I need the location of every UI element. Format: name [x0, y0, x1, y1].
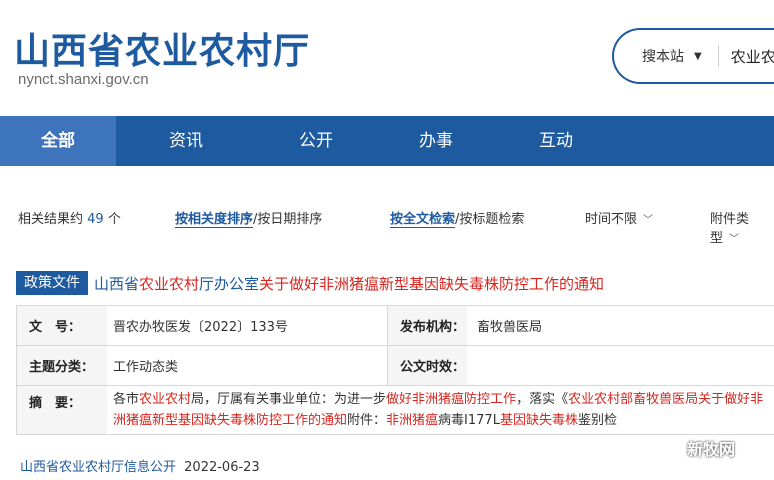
title-highlight: 关于做好非洲猪瘟新型基因缺失毒株防控工作的通知 [259, 274, 605, 293]
abstract-highlight: 基因缺失毒株 [499, 413, 578, 428]
abstract-text: 鉴别检 [577, 413, 617, 428]
issuer-value: 畜牧兽医局 [467, 306, 774, 345]
chevron-down-icon: ﹀ [643, 215, 654, 226]
abstract-highlight: 农业农村 [139, 392, 192, 407]
title-text: 厅办公室 [199, 274, 260, 293]
category-value: 工作动态类 [107, 346, 387, 385]
abstract-label: 摘 要： [17, 386, 107, 434]
category-label: 主题分类： [17, 346, 107, 385]
info-row: 主题分类： 工作动态类 公文时效： [17, 346, 774, 386]
chevron-down-icon: ﹀ [729, 234, 740, 245]
sort-options: 按相关度排序/按日期排序 [175, 208, 322, 228]
result-info-table: 文 号： 晋农办牧医发〔2022〕133号 发布机构： 畜牧兽医局 主题分类： … [16, 305, 774, 435]
abstract-text: 局，厅属有关事业单位：为进一步 [191, 392, 387, 407]
search-full-text[interactable]: 按全文检索 [390, 212, 456, 228]
nav-tab-news[interactable]: 资讯 [116, 116, 256, 166]
sort-by-date[interactable]: 按日期排序 [257, 212, 322, 227]
search-divider [717, 45, 719, 67]
watermark: 新牧网 [655, 436, 735, 460]
search-scope-label: 搜本站 [642, 49, 684, 65]
result-count: 相关结果约 49 个 [18, 208, 121, 227]
abstract-text: 各市 [113, 392, 140, 407]
abstract-text: ，落实《 [516, 392, 569, 407]
search-title-only[interactable]: 按标题检索 [459, 212, 524, 227]
search-mode-options: 按全文检索/按标题检索 [390, 208, 524, 228]
site-url: nynct.shanxi.gov.cn [18, 71, 149, 88]
result-source-name[interactable]: 山西省农业农村厅信息公开 [20, 460, 176, 475]
search-input[interactable]: 农业农 [731, 46, 774, 67]
abstract-highlight: 做好非洲猪瘟防控工作 [386, 392, 517, 407]
filter-bar: 相关结果约 49 个 按相关度排序/按日期排序 按全文检索/按标题检索 时间不限… [0, 208, 774, 246]
result-type-badge: 政策文件 [16, 271, 88, 295]
nav-tab-public[interactable]: 公开 [256, 116, 376, 166]
validity-value [467, 346, 774, 385]
search-scope-dropdown[interactable]: 搜本站 ▼ [614, 30, 702, 82]
result-title-link[interactable]: 山西省农业农村厅办公室关于做好非洲猪瘟新型基因缺失毒株防控工作的通知 [94, 273, 604, 294]
wechat-icon [656, 438, 682, 458]
result-source: 山西省农业农村厅信息公开 2022-06-23 [20, 456, 260, 475]
validity-label: 公文时效： [387, 346, 467, 385]
nav-tab-services[interactable]: 办事 [376, 116, 496, 166]
sort-by-relevance[interactable]: 按相关度排序 [175, 212, 254, 228]
abstract-text: 附件： [347, 413, 387, 428]
site-title[interactable]: 山西省农业农村厅 [14, 22, 310, 74]
search-box: 搜本站 ▼ 农业农 [612, 28, 774, 84]
title-highlight: 农业农村 [139, 274, 200, 293]
main-nav: 全部 资讯 公开 办事 互动 [0, 116, 774, 166]
abstract-text: 病毒I177L [438, 413, 500, 428]
info-row-abstract: 摘 要： 各市农业农村局，厅属有关事业单位：为进一步做好非洲猪瘟防控工作，落实《… [17, 386, 774, 434]
result-date: 2022-06-23 [184, 460, 260, 475]
watermark-text: 新牧网 [687, 440, 736, 459]
time-filter-dropdown[interactable]: 时间不限 ﹀ [585, 208, 653, 227]
result-count-suffix: 个 [107, 212, 121, 227]
doc-number-label: 文 号： [17, 306, 107, 345]
issuer-label: 发布机构： [387, 306, 467, 345]
result-count-number: 49 [87, 212, 104, 227]
result-count-prefix: 相关结果约 [18, 212, 84, 227]
doc-number-value: 晋农办牧医发〔2022〕133号 [107, 306, 387, 345]
abstract-highlight: 非洲猪瘟 [386, 413, 439, 428]
time-filter-label: 时间不限 [585, 212, 638, 227]
result-header: 政策文件 山西省农业农村厅办公室关于做好非洲猪瘟新型基因缺失毒株防控工作的通知 [16, 271, 604, 295]
info-row: 文 号： 晋农办牧医发〔2022〕133号 发布机构： 畜牧兽医局 [17, 306, 774, 346]
nav-tab-interaction[interactable]: 互动 [496, 116, 616, 166]
nav-tab-all[interactable]: 全部 [0, 116, 116, 166]
abstract-text: 各市农业农村局，厅属有关事业单位：为进一步做好非洲猪瘟防控工作，落实《农业农村部… [107, 386, 774, 434]
attachment-type-dropdown[interactable]: 附件类型 ﹀ [710, 208, 774, 246]
title-text: 山西省 [94, 274, 140, 293]
caret-down-icon: ▼ [694, 50, 702, 62]
